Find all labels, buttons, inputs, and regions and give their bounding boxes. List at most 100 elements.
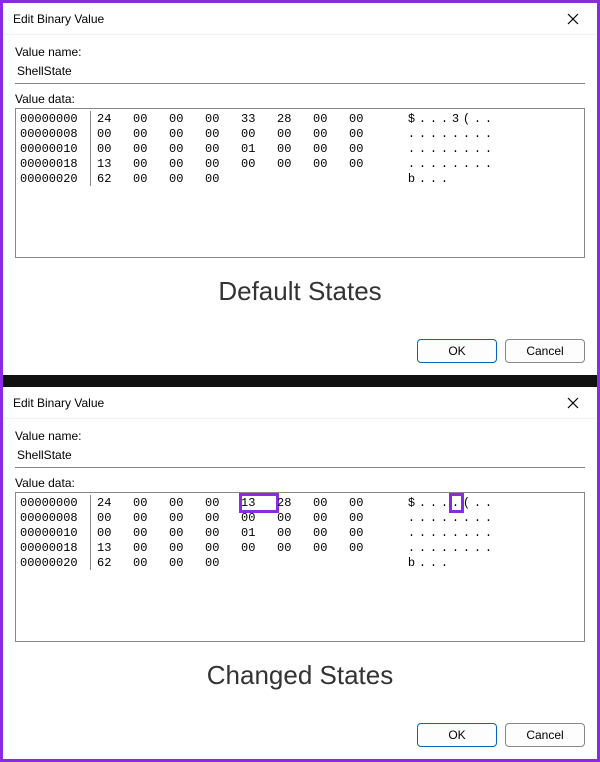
hex-editor[interactable]: 000000002400000013280000$....(..00000008… [15, 492, 585, 642]
hex-byte[interactable]: 00 [205, 141, 241, 157]
hex-ascii: ........ [407, 141, 580, 156]
hex-byte[interactable]: 00 [205, 555, 241, 571]
hex-byte[interactable]: 00 [349, 540, 385, 556]
hex-byte[interactable]: 00 [133, 141, 169, 157]
hex-byte[interactable]: 00 [97, 510, 133, 526]
hex-byte[interactable]: 00 [169, 126, 205, 142]
hex-byte[interactable]: 00 [133, 495, 169, 511]
hex-byte[interactable]: 00 [313, 510, 349, 526]
hex-byte[interactable]: 00 [133, 156, 169, 172]
dialog-changed: Edit Binary Value Value name: ShellState… [3, 387, 597, 759]
hex-byte[interactable]: 24 [97, 495, 133, 511]
hex-ascii-char: . [407, 525, 418, 541]
hex-byte[interactable]: 00 [133, 555, 169, 571]
hex-byte[interactable]: 00 [133, 510, 169, 526]
hex-byte[interactable]: 00 [169, 510, 205, 526]
hex-byte[interactable]: 00 [277, 156, 313, 172]
hex-byte[interactable]: 00 [97, 126, 133, 142]
hex-byte[interactable]: 00 [169, 495, 205, 511]
hex-byte[interactable]: 00 [313, 111, 349, 127]
hex-byte[interactable]: 00 [277, 141, 313, 157]
hex-separator [90, 141, 91, 156]
hex-byte[interactable]: 00 [277, 126, 313, 142]
hex-byte[interactable]: 00 [349, 141, 385, 157]
hex-byte[interactable]: 00 [133, 525, 169, 541]
hex-byte[interactable]: 00 [277, 540, 313, 556]
hex-byte[interactable]: 00 [169, 525, 205, 541]
hex-offset: 00000010 [20, 525, 90, 540]
hex-byte[interactable]: 00 [205, 525, 241, 541]
hex-offset: 00000000 [20, 495, 90, 510]
close-icon[interactable] [555, 5, 591, 33]
hex-byte[interactable]: 00 [277, 510, 313, 526]
hex-byte[interactable]: 00 [313, 495, 349, 511]
ok-button[interactable]: OK [417, 723, 497, 747]
hex-byte[interactable]: 00 [313, 141, 349, 157]
hex-ascii-char: . [473, 495, 484, 511]
hex-byte[interactable]: 00 [133, 126, 169, 142]
hex-byte[interactable]: 24 [97, 111, 133, 127]
hex-byte[interactable]: 00 [205, 156, 241, 172]
hex-byte[interactable]: 00 [169, 540, 205, 556]
hex-byte[interactable]: 13 [241, 495, 277, 511]
hex-byte[interactable]: 13 [97, 156, 133, 172]
hex-ascii: ........ [407, 156, 580, 171]
value-name-input[interactable]: ShellState [15, 445, 585, 468]
hex-byte[interactable]: 00 [313, 126, 349, 142]
hex-ascii-char: . [484, 525, 495, 541]
hex-byte[interactable]: 00 [205, 126, 241, 142]
hex-byte[interactable]: 00 [241, 156, 277, 172]
hex-byte[interactable]: 00 [349, 510, 385, 526]
hex-byte[interactable]: 13 [97, 540, 133, 556]
close-icon[interactable] [555, 389, 591, 417]
hex-byte[interactable]: 00 [169, 141, 205, 157]
hex-byte[interactable]: 01 [241, 525, 277, 541]
hex-byte[interactable]: 28 [277, 495, 313, 511]
hex-byte[interactable]: 00 [349, 156, 385, 172]
hex-byte[interactable]: 00 [169, 156, 205, 172]
hex-byte[interactable]: 00 [349, 126, 385, 142]
hex-byte[interactable]: 00 [349, 111, 385, 127]
hex-ascii-char: . [473, 111, 484, 127]
hex-byte[interactable]: 00 [313, 540, 349, 556]
cancel-button[interactable]: Cancel [505, 339, 585, 363]
hex-byte[interactable]: 00 [169, 111, 205, 127]
hex-byte[interactable]: 62 [97, 171, 133, 187]
hex-byte[interactable]: 00 [169, 555, 205, 571]
hex-byte[interactable]: 00 [133, 111, 169, 127]
hex-byte[interactable]: 00 [133, 540, 169, 556]
hex-byte[interactable]: 00 [205, 171, 241, 187]
hex-byte[interactable]: 00 [313, 156, 349, 172]
hex-editor[interactable]: 000000002400000033280000$...3(..00000008… [15, 108, 585, 258]
hex-row: 000000100000000001000000........ [20, 525, 580, 540]
hex-byte[interactable]: 00 [205, 510, 241, 526]
hex-byte[interactable]: 00 [349, 525, 385, 541]
hex-byte[interactable]: 00 [349, 495, 385, 511]
value-name-input[interactable]: ShellState [15, 61, 585, 84]
hex-bytes: 62000000 [97, 171, 407, 186]
hex-byte[interactable]: 28 [277, 111, 313, 127]
hex-ascii-char: . [418, 126, 429, 142]
hex-ascii: ........ [407, 510, 580, 525]
hex-byte[interactable]: 00 [241, 540, 277, 556]
hex-byte[interactable]: 00 [241, 510, 277, 526]
hex-byte[interactable]: 00 [277, 525, 313, 541]
hex-ascii-char: . [440, 126, 451, 142]
hex-byte[interactable]: 33 [241, 111, 277, 127]
hex-byte[interactable]: 00 [133, 171, 169, 187]
hex-byte[interactable]: 00 [97, 525, 133, 541]
hex-byte[interactable]: 00 [205, 540, 241, 556]
hex-byte[interactable]: 00 [241, 126, 277, 142]
hex-byte[interactable]: 01 [241, 141, 277, 157]
hex-byte[interactable]: 62 [97, 555, 133, 571]
hex-byte[interactable]: 00 [313, 525, 349, 541]
hex-byte[interactable]: 00 [205, 495, 241, 511]
hex-ascii-char: . [429, 555, 440, 571]
hex-byte[interactable]: 00 [205, 111, 241, 127]
hex-bytes: 2400000033280000 [97, 111, 407, 126]
hex-byte[interactable]: 00 [169, 171, 205, 187]
cancel-button[interactable]: Cancel [505, 723, 585, 747]
hex-separator [90, 495, 91, 510]
hex-byte[interactable]: 00 [97, 141, 133, 157]
ok-button[interactable]: OK [417, 339, 497, 363]
